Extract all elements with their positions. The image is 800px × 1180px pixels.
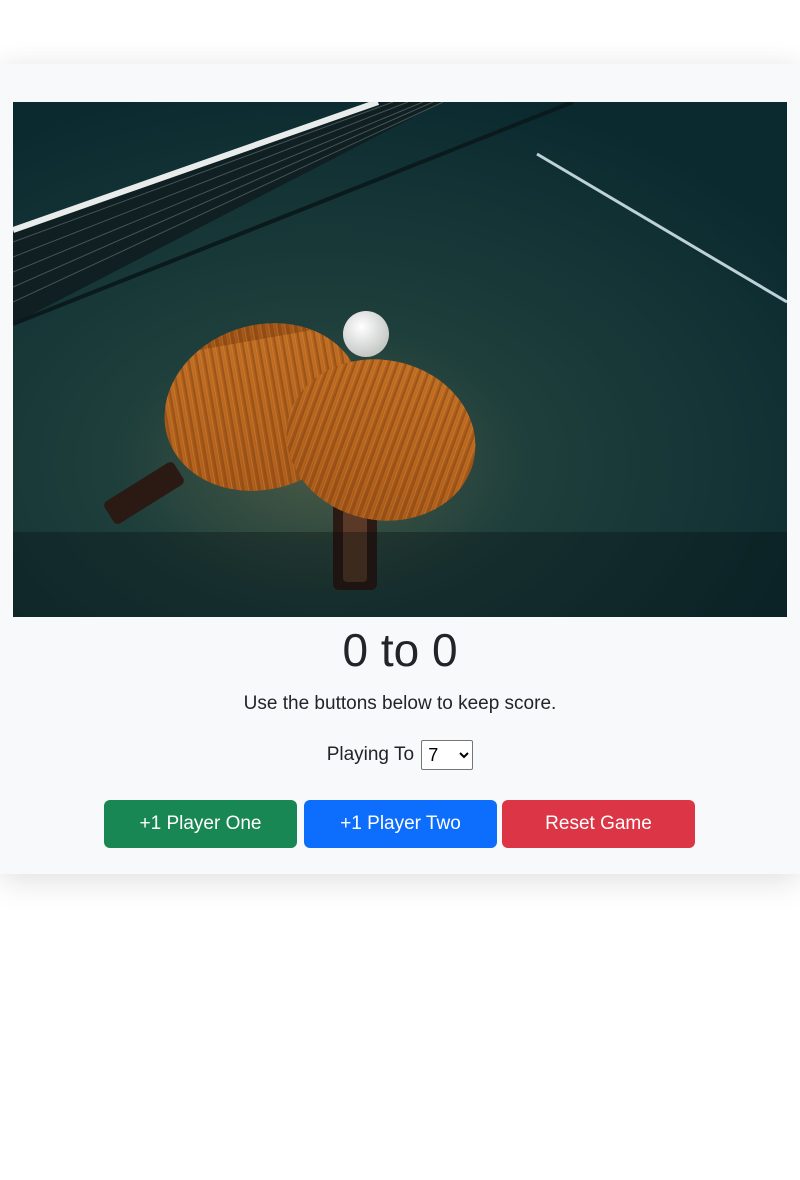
player-one-button[interactable]: +1 Player One [104, 800, 297, 848]
playing-to-label: Playing To [326, 744, 415, 766]
ping-pong-paddles-image [13, 102, 787, 617]
instructions-text: Use the buttons below to keep score. [243, 693, 557, 714]
reset-button[interactable]: Reset Game [502, 800, 695, 848]
playing-to-select[interactable]: 7 [421, 740, 474, 770]
scorekeeper-card: 0 to 0 Use the buttons below to keep sco… [0, 64, 800, 874]
player-two-button[interactable]: +1 Player Two [304, 800, 497, 848]
player-one-score: 0 [342, 624, 369, 676]
ball-icon [343, 311, 389, 357]
playing-to-row: Playing To 7 [0, 740, 800, 770]
table-tennis-photo [13, 102, 787, 617]
score-display: 0 to 0 [0, 622, 800, 678]
button-row: +1 Player One +1 Player Two Reset Game [104, 800, 704, 848]
player-two-score: 0 [431, 624, 458, 676]
score-separator: to [380, 624, 420, 676]
